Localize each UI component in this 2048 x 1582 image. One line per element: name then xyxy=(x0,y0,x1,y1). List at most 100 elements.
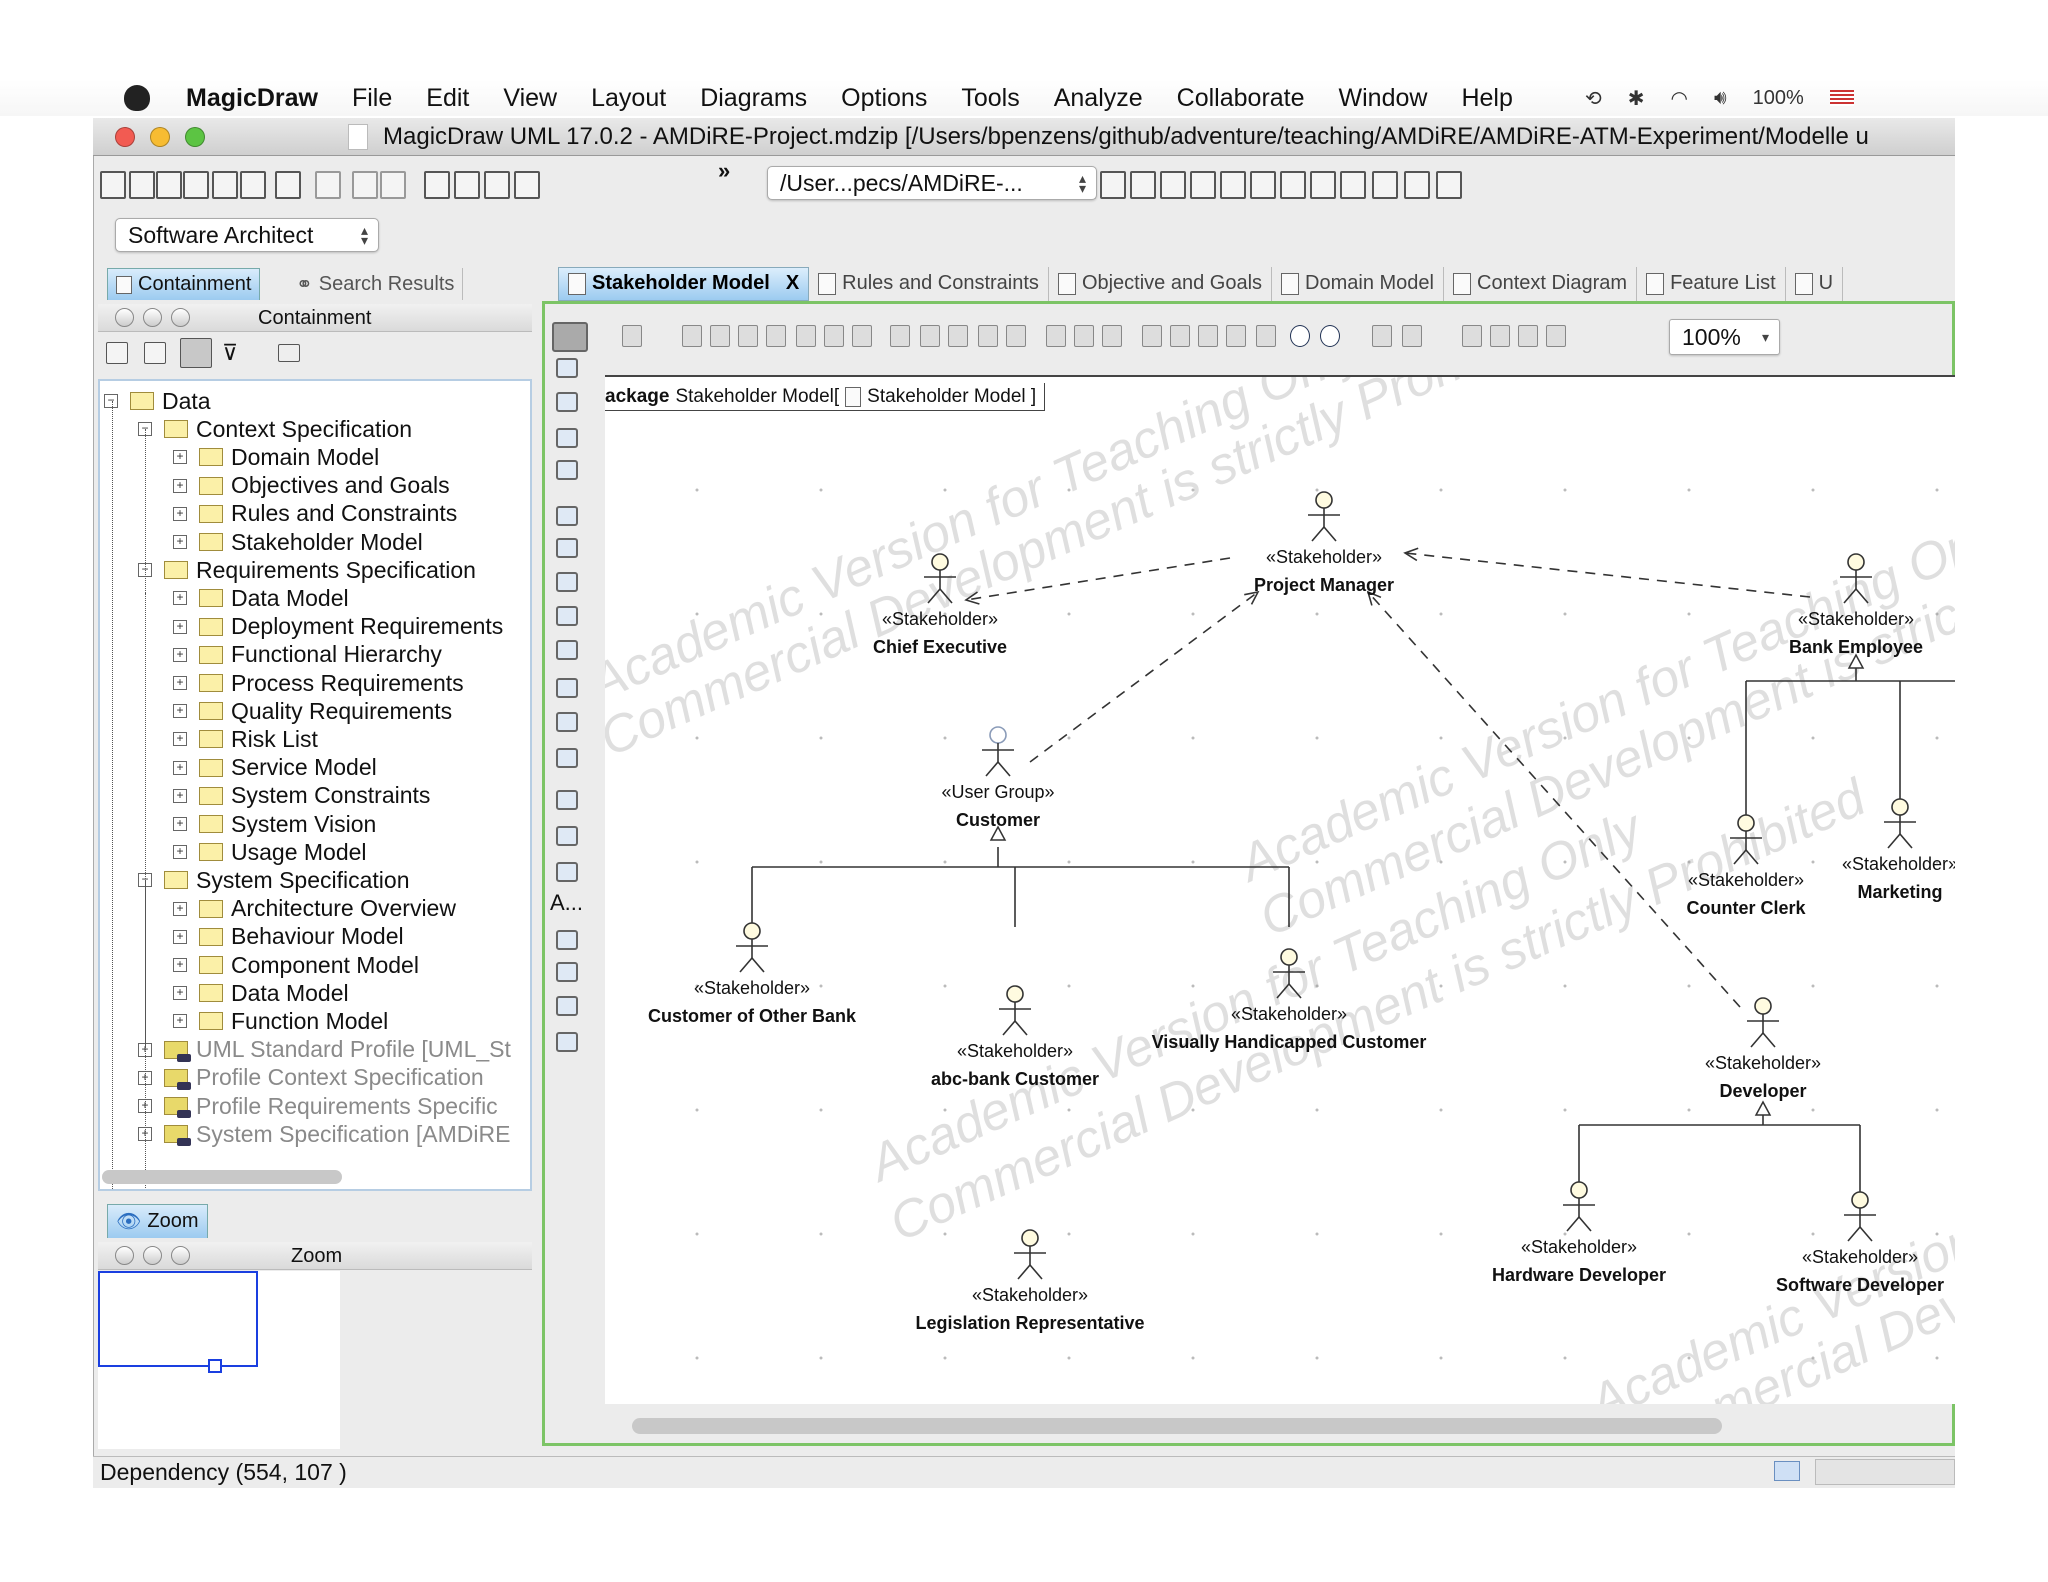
toolbar-icon[interactable] xyxy=(1170,325,1190,347)
tab-search-results[interactable]: ⚭ Search Results xyxy=(288,268,464,300)
tree-hscrollbar[interactable] xyxy=(102,1170,342,1184)
palette-tool-icon[interactable] xyxy=(556,506,578,526)
tab-feature-list[interactable]: Feature List xyxy=(1637,266,1786,301)
zoom-window-button[interactable] xyxy=(185,127,205,147)
actor-name[interactable]: Legislation Representative xyxy=(915,1313,1144,1333)
expand-icon[interactable]: + xyxy=(173,845,187,860)
toolbar-icon[interactable] xyxy=(1006,325,1026,347)
tree-item[interactable]: + Architecture Overview xyxy=(173,895,456,923)
menu-app[interactable]: MagicDraw xyxy=(186,84,318,113)
tree-item[interactable]: + Rules and Constraints xyxy=(173,500,457,528)
actor-name[interactable]: Marketing xyxy=(1857,882,1942,902)
menu-analyze[interactable]: Analyze xyxy=(1054,84,1143,113)
diagram-type-icon[interactable] xyxy=(1404,171,1430,199)
paste-icon[interactable] xyxy=(1462,325,1482,347)
toolbar-icon[interactable] xyxy=(1518,325,1538,347)
diagram-icon[interactable] xyxy=(514,171,540,199)
zoom-out-icon[interactable] xyxy=(1320,325,1340,347)
diagram-hscrollbar[interactable] xyxy=(632,1418,1722,1434)
memory-indicator[interactable] xyxy=(1815,1459,1955,1485)
palette-tool-icon[interactable] xyxy=(556,862,578,882)
zoom-viewport-frame[interactable] xyxy=(98,1271,258,1373)
zoom-in-icon[interactable] xyxy=(1290,325,1310,347)
dropdown[interactable] xyxy=(275,171,301,199)
expand-icon[interactable]: + xyxy=(173,901,187,916)
tree-item[interactable]: + Domain Model xyxy=(173,443,379,471)
diagram-icon[interactable] xyxy=(454,171,480,199)
menu-diagrams[interactable]: Diagrams xyxy=(700,84,807,113)
palette-tool-icon[interactable] xyxy=(556,748,578,768)
tree-item[interactable]: − System Specification xyxy=(138,866,409,894)
palette-tool-icon[interactable] xyxy=(556,826,578,846)
tab-zoom[interactable]: 👁︎ Zoom xyxy=(107,1204,208,1238)
expand-icon[interactable]: + xyxy=(173,986,187,1001)
tab-objective-and-goals[interactable]: Objective and Goals xyxy=(1049,266,1273,301)
toolbar-icon[interactable] xyxy=(1256,325,1276,347)
toolbar-icon[interactable] xyxy=(1074,325,1094,347)
toolbar-icon[interactable] xyxy=(824,325,844,347)
expand-icon[interactable]: + xyxy=(173,788,187,803)
panel-close-button[interactable] xyxy=(115,1246,134,1265)
zoom-handle[interactable] xyxy=(208,1359,222,1373)
diagram-type-icon[interactable] xyxy=(1250,171,1276,199)
actor-name[interactable]: Software Developer xyxy=(1776,1275,1944,1295)
palette-tool-icon[interactable] xyxy=(556,790,578,810)
tree-item[interactable]: + Usage Model xyxy=(173,838,367,866)
undo-icon[interactable] xyxy=(315,171,341,199)
toolbar-icon[interactable] xyxy=(766,325,786,347)
toolbar-icon[interactable] xyxy=(710,325,730,347)
toolbar-icon[interactable] xyxy=(682,325,702,347)
panel-maximize-button[interactable] xyxy=(171,1246,190,1265)
tree-item[interactable]: + Objectives and Goals xyxy=(173,472,450,500)
palette-tool-icon[interactable] xyxy=(556,460,578,480)
toolbar-icon[interactable] xyxy=(852,325,872,347)
expand-icon[interactable]: + xyxy=(173,732,187,747)
show-diagrams-icon[interactable] xyxy=(180,338,212,368)
tree-item[interactable]: + System Vision xyxy=(173,810,376,838)
palette-tool-icon[interactable] xyxy=(556,358,578,378)
print-icon[interactable] xyxy=(212,171,238,199)
tree-item[interactable]: − Requirements Specification xyxy=(138,556,476,584)
mail-icon[interactable] xyxy=(1774,1461,1800,1481)
actor-name[interactable]: Customer xyxy=(956,810,1040,830)
tree-item[interactable]: + Data Model xyxy=(173,979,349,1007)
actor-name[interactable]: Counter Clerk xyxy=(1686,898,1806,918)
actor-name[interactable]: Bank Employee xyxy=(1789,637,1923,657)
palette-tool-icon[interactable] xyxy=(556,996,578,1016)
actor-name[interactable]: Visually Handicapped Customer xyxy=(1152,1032,1427,1052)
close-tab-icon[interactable]: X xyxy=(786,272,799,295)
copy-icon[interactable] xyxy=(1402,325,1422,347)
actor-name[interactable]: Project Manager xyxy=(1254,575,1394,595)
expand-icon[interactable]: + xyxy=(173,535,187,549)
collapse-icon[interactable] xyxy=(106,342,128,364)
diagram-type-icon[interactable] xyxy=(1220,171,1246,199)
dropdown[interactable] xyxy=(352,171,378,199)
diagram-icon[interactable] xyxy=(484,171,510,199)
panel-close-button[interactable] xyxy=(115,308,134,327)
palette-tool-icon[interactable] xyxy=(556,962,578,982)
expand-icon[interactable]: + xyxy=(173,929,187,944)
toolbar-icon[interactable] xyxy=(796,325,816,347)
wifi-icon[interactable]: ◠ xyxy=(1671,86,1688,111)
palette-tool-icon[interactable] xyxy=(556,640,578,660)
palette-tool-icon[interactable] xyxy=(556,538,578,558)
menu-view[interactable]: View xyxy=(503,84,557,113)
actor-name[interactable]: Developer xyxy=(1719,1081,1806,1101)
tree-item[interactable]: + Quality Requirements xyxy=(173,697,452,725)
expand-icon[interactable]: + xyxy=(173,704,187,719)
toolbar-icon[interactable] xyxy=(948,325,968,347)
tree-item[interactable]: + System Specification [AMDiRE xyxy=(138,1120,510,1148)
panel-maximize-button[interactable] xyxy=(171,308,190,327)
tree-item[interactable]: + Process Requirements xyxy=(173,669,464,697)
tree-item[interactable]: + Component Model xyxy=(173,951,419,979)
diagram-type-icon[interactable] xyxy=(1436,171,1462,199)
tab-containment[interactable]: Containment xyxy=(107,268,261,300)
actor-name[interactable]: Customer of Other Bank xyxy=(648,1006,857,1026)
expand-icon[interactable]: + xyxy=(173,619,187,634)
palette-tool-icon[interactable] xyxy=(556,572,578,592)
bluetooth-icon[interactable]: ✱ xyxy=(1628,86,1645,111)
palette-tool-icon[interactable] xyxy=(556,678,578,698)
diagram-type-icon[interactable] xyxy=(1280,171,1306,199)
tree-item[interactable]: + Function Model xyxy=(173,1007,388,1035)
find-icon[interactable] xyxy=(240,171,266,199)
